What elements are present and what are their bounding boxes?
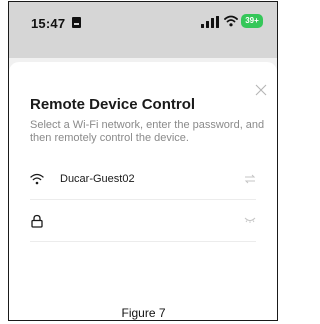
switch-arrows-icon[interactable] (244, 174, 256, 184)
eye-closed-icon[interactable] (244, 216, 256, 224)
page-title: Remote Device Control (30, 96, 196, 113)
wifi-network-name: Ducar-Guest02 (60, 173, 135, 185)
figure-caption: Figure 7 (121, 306, 166, 320)
lock-icon (31, 214, 43, 228)
password-input[interactable] (60, 211, 230, 231)
phone-screenshot-frame: 15:47 39+ Remote Device Control Select a… (8, 1, 278, 321)
remote-device-control-sheet: Remote Device Control Select a Wi-Fi net… (9, 62, 277, 320)
status-time: 15:47 (31, 16, 66, 31)
wifi-icon (224, 15, 238, 27)
status-bar: 15:47 39+ (9, 2, 277, 58)
instructions-text: Select a Wi-Fi network, enter the passwo… (30, 119, 265, 144)
signal-icon (201, 16, 221, 28)
battery-icon: 39+ (241, 14, 263, 28)
wifi-network-row[interactable]: Ducar-Guest02 (30, 159, 256, 200)
close-icon[interactable] (255, 84, 267, 96)
password-row[interactable] (30, 201, 256, 242)
wifi-icon (30, 173, 44, 185)
notification-doc-icon (72, 17, 81, 28)
